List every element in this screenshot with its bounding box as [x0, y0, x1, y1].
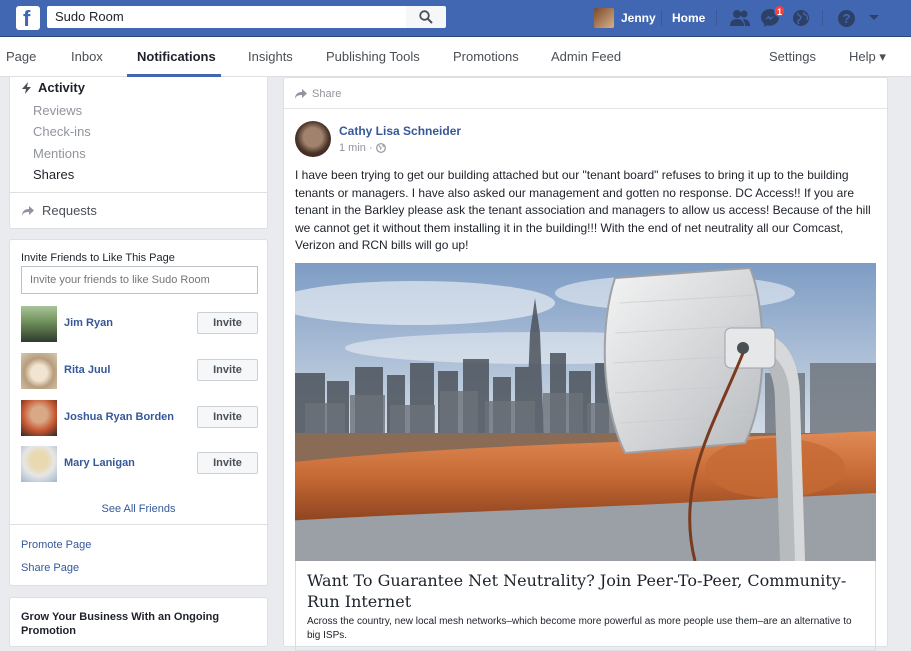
friend-name[interactable]: Rita Juul [64, 364, 110, 376]
link-description: Across the country, new local mesh netwo… [307, 616, 852, 641]
friend-avatar[interactable] [21, 446, 57, 482]
friend-row: Mary Lanigan Invite [21, 444, 258, 482]
author-avatar[interactable] [295, 121, 331, 157]
promotion-panel: Grow Your Business With an Ongoing Promo… [9, 597, 268, 647]
tab-help[interactable]: Help ▾ [849, 49, 886, 65]
tab-publishing-tools[interactable]: Publishing Tools [326, 49, 420, 64]
promote-page-link[interactable]: Promote Page [21, 539, 91, 551]
activity-item-checkins[interactable]: Check-ins [33, 124, 91, 139]
divider [284, 108, 887, 109]
friend-name[interactable]: Joshua Ryan Borden [64, 411, 174, 423]
tab-settings[interactable]: Settings [769, 49, 816, 64]
invite-button[interactable]: Invite [197, 406, 258, 428]
friend-row: Joshua Ryan Borden Invite [21, 398, 258, 436]
time-label: 1 min · [339, 142, 373, 154]
svg-text:?: ? [842, 11, 850, 26]
friend-row: Rita Juul Invite [21, 351, 258, 389]
divider [10, 192, 267, 193]
home-link[interactable]: Home [672, 11, 705, 25]
globe-privacy-icon [375, 143, 386, 153]
post-timestamp[interactable]: 1 min · [339, 142, 386, 154]
author-name[interactable]: Cathy Lisa Schneider [339, 124, 461, 138]
friend-avatar[interactable] [21, 306, 57, 342]
user-avatar[interactable] [594, 8, 614, 28]
invite-button[interactable]: Invite [197, 312, 258, 334]
tab-inbox[interactable]: Inbox [71, 49, 103, 64]
share-arrow-icon [295, 89, 307, 99]
invite-title: Invite Friends to Like This Page [21, 252, 175, 264]
share-label: Share [312, 88, 342, 100]
search-icon [419, 10, 433, 24]
link-preview-box[interactable]: Want To Guarantee Net Neutrality? Join P… [295, 561, 876, 651]
shared-post: Share Cathy Lisa Schneider 1 min · I hav… [283, 77, 888, 651]
lightning-icon [22, 81, 31, 94]
facebook-logo-icon[interactable]: f [16, 6, 40, 31]
activity-item-shares[interactable]: Shares [33, 167, 74, 182]
friend-name[interactable]: Mary Lanigan [64, 457, 135, 469]
search-input[interactable] [47, 6, 408, 28]
link-title[interactable]: Want To Guarantee Net Neutrality? Join P… [307, 570, 867, 612]
activity-item-mentions[interactable]: Mentions [33, 146, 86, 161]
share-header[interactable]: Share [295, 88, 341, 100]
divider [10, 524, 267, 525]
divider [822, 10, 823, 26]
top-bar: f Jenny Home 1 ? [0, 0, 911, 37]
requests-label: Requests [42, 203, 97, 218]
see-all-friends-link[interactable]: See All Friends [10, 503, 267, 515]
friend-name[interactable]: Jim Ryan [64, 317, 113, 329]
activity-panel: Activity Reviews Check-ins Mentions Shar… [9, 77, 268, 229]
link-preview-image[interactable] [295, 263, 876, 561]
activity-header[interactable]: Activity [22, 80, 85, 95]
account-menu-arrow-icon[interactable] [863, 8, 885, 28]
activity-label: Activity [38, 80, 85, 95]
invite-button[interactable]: Invite [197, 452, 258, 474]
tab-notifications[interactable]: Notifications [137, 49, 216, 64]
divider [661, 10, 662, 26]
invite-friends-input[interactable] [21, 266, 258, 294]
requests-item[interactable]: Requests [22, 203, 97, 218]
activity-item-reviews[interactable]: Reviews [33, 103, 82, 118]
post-text: I have been trying to get our building a… [295, 168, 871, 252]
tab-admin-feed[interactable]: Admin Feed [551, 49, 621, 64]
invite-button[interactable]: Invite [197, 359, 258, 381]
user-name-link[interactable]: Jenny [621, 11, 656, 25]
tab-insights[interactable]: Insights [248, 49, 293, 64]
messages-badge: 1 [774, 5, 786, 17]
share-arrow-icon [22, 205, 34, 216]
friend-avatar[interactable] [21, 400, 57, 436]
help-icon[interactable]: ? [835, 8, 857, 28]
friend-requests-icon[interactable] [729, 8, 751, 28]
page-navigation: Page Inbox Notifications Insights Publis… [0, 37, 911, 77]
globe-notifications-icon[interactable] [790, 8, 812, 28]
mesh-antenna-photo [295, 263, 876, 561]
tab-promotions[interactable]: Promotions [453, 49, 519, 64]
friend-avatar[interactable] [21, 353, 57, 389]
invite-friends-panel: Invite Friends to Like This Page Jim Rya… [9, 239, 268, 586]
divider [716, 10, 717, 26]
search-button[interactable] [406, 6, 446, 28]
tab-page[interactable]: Page [6, 49, 36, 64]
friend-row: Jim Ryan Invite [21, 304, 258, 342]
share-page-link[interactable]: Share Page [21, 562, 79, 574]
